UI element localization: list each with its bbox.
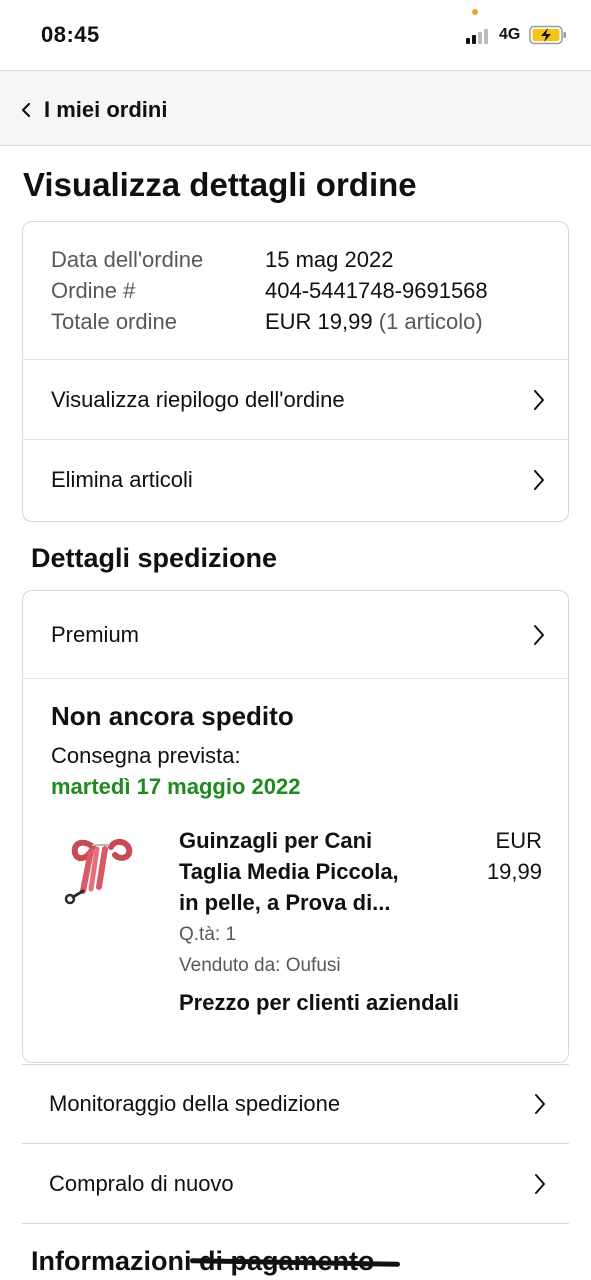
order-number-value: 404-5441748-9691568 — [265, 278, 488, 303]
privacy-indicator-dot — [472, 9, 478, 15]
product-price-currency: EUR — [495, 828, 542, 853]
view-order-summary-label: Visualizza riepilogo dell'ordine — [51, 386, 345, 412]
track-shipment-label: Monitoraggio della spedizione — [49, 1091, 341, 1116]
chevron-right-icon — [534, 389, 544, 410]
view-order-summary-link[interactable]: Visualizza riepilogo dell'ordine — [23, 360, 568, 440]
buy-again-link[interactable]: Compralo di nuovo — [22, 1144, 569, 1224]
product-price: EUR 19,99 — [442, 825, 542, 887]
shipping-service-link[interactable]: Premium — [23, 591, 568, 679]
expected-delivery-label: Consegna prevista: — [51, 743, 241, 768]
shipment-status: Non ancora spedito — [51, 701, 294, 731]
product-seller: Venduto da: Oufusi — [179, 955, 341, 976]
product-image[interactable] — [53, 829, 149, 909]
nav-bar: I miei ordini — [0, 70, 591, 146]
track-shipment-link[interactable]: Monitoraggio della spedizione — [22, 1064, 569, 1144]
order-summary-card: Data dell'ordine 15 mag 2022 Ordine # 40… — [22, 221, 569, 522]
back-button-label: I miei ordini — [44, 97, 168, 122]
product-price-amount: 19,99 — [486, 859, 542, 884]
battery-charging-icon — [529, 25, 566, 45]
product-title-line: Guinzagli per Cani — [179, 828, 373, 853]
business-price-label: Prezzo per clienti aziendali — [179, 990, 459, 1015]
shipping-card: Premium Non ancora spedito Consegna prev… — [22, 590, 569, 1063]
status-bar: 08:45 4G — [0, 0, 591, 70]
network-type: 4G — [499, 26, 521, 43]
order-total-value: EUR 19,99 (1 articolo) — [265, 307, 483, 337]
expected-delivery-date: martedì 17 maggio 2022 — [51, 774, 301, 799]
chevron-right-icon — [534, 470, 544, 490]
back-button[interactable]: I miei ordini — [18, 95, 167, 125]
chevron-right-icon — [535, 1094, 545, 1114]
product-title-line: in pelle, a Prova di... — [179, 890, 391, 915]
page-title: Visualizza dettagli ordine — [23, 166, 417, 203]
chevron-right-icon — [534, 624, 544, 645]
chevron-left-icon — [21, 102, 31, 118]
chevron-right-icon — [535, 1173, 545, 1194]
signal-icon — [466, 27, 494, 44]
order-total-label: Totale ordine — [51, 309, 177, 334]
order-total-amount: EUR 19,99 — [265, 309, 373, 334]
order-summary: Data dell'ordine 15 mag 2022 Ordine # 40… — [23, 222, 568, 360]
shipping-section-title: Dettagli spedizione — [31, 543, 278, 573]
buy-again-label: Compralo di nuovo — [49, 1170, 234, 1196]
status-time: 08:45 — [41, 22, 100, 47]
order-date-value: 15 mag 2022 — [265, 247, 394, 272]
order-number-label: Ordine # — [51, 278, 136, 303]
shipment-block: Non ancora spedito Consegna prevista: ma… — [23, 679, 568, 1062]
delete-items-label: Elimina articoli — [51, 467, 193, 492]
order-total-items: (1 articolo) — [378, 309, 483, 334]
order-date-label: Data dell'ordine — [51, 247, 204, 272]
delete-items-link[interactable]: Elimina articoli — [23, 440, 568, 520]
product-title-line: Taglia Media Piccola, — [179, 859, 399, 884]
shipping-service-label: Premium — [51, 621, 140, 647]
product-quantity: Q.tà: 1 — [179, 924, 237, 945]
product-title-link[interactable]: Guinzagli per Cani Taglia Media Piccola,… — [179, 825, 439, 918]
